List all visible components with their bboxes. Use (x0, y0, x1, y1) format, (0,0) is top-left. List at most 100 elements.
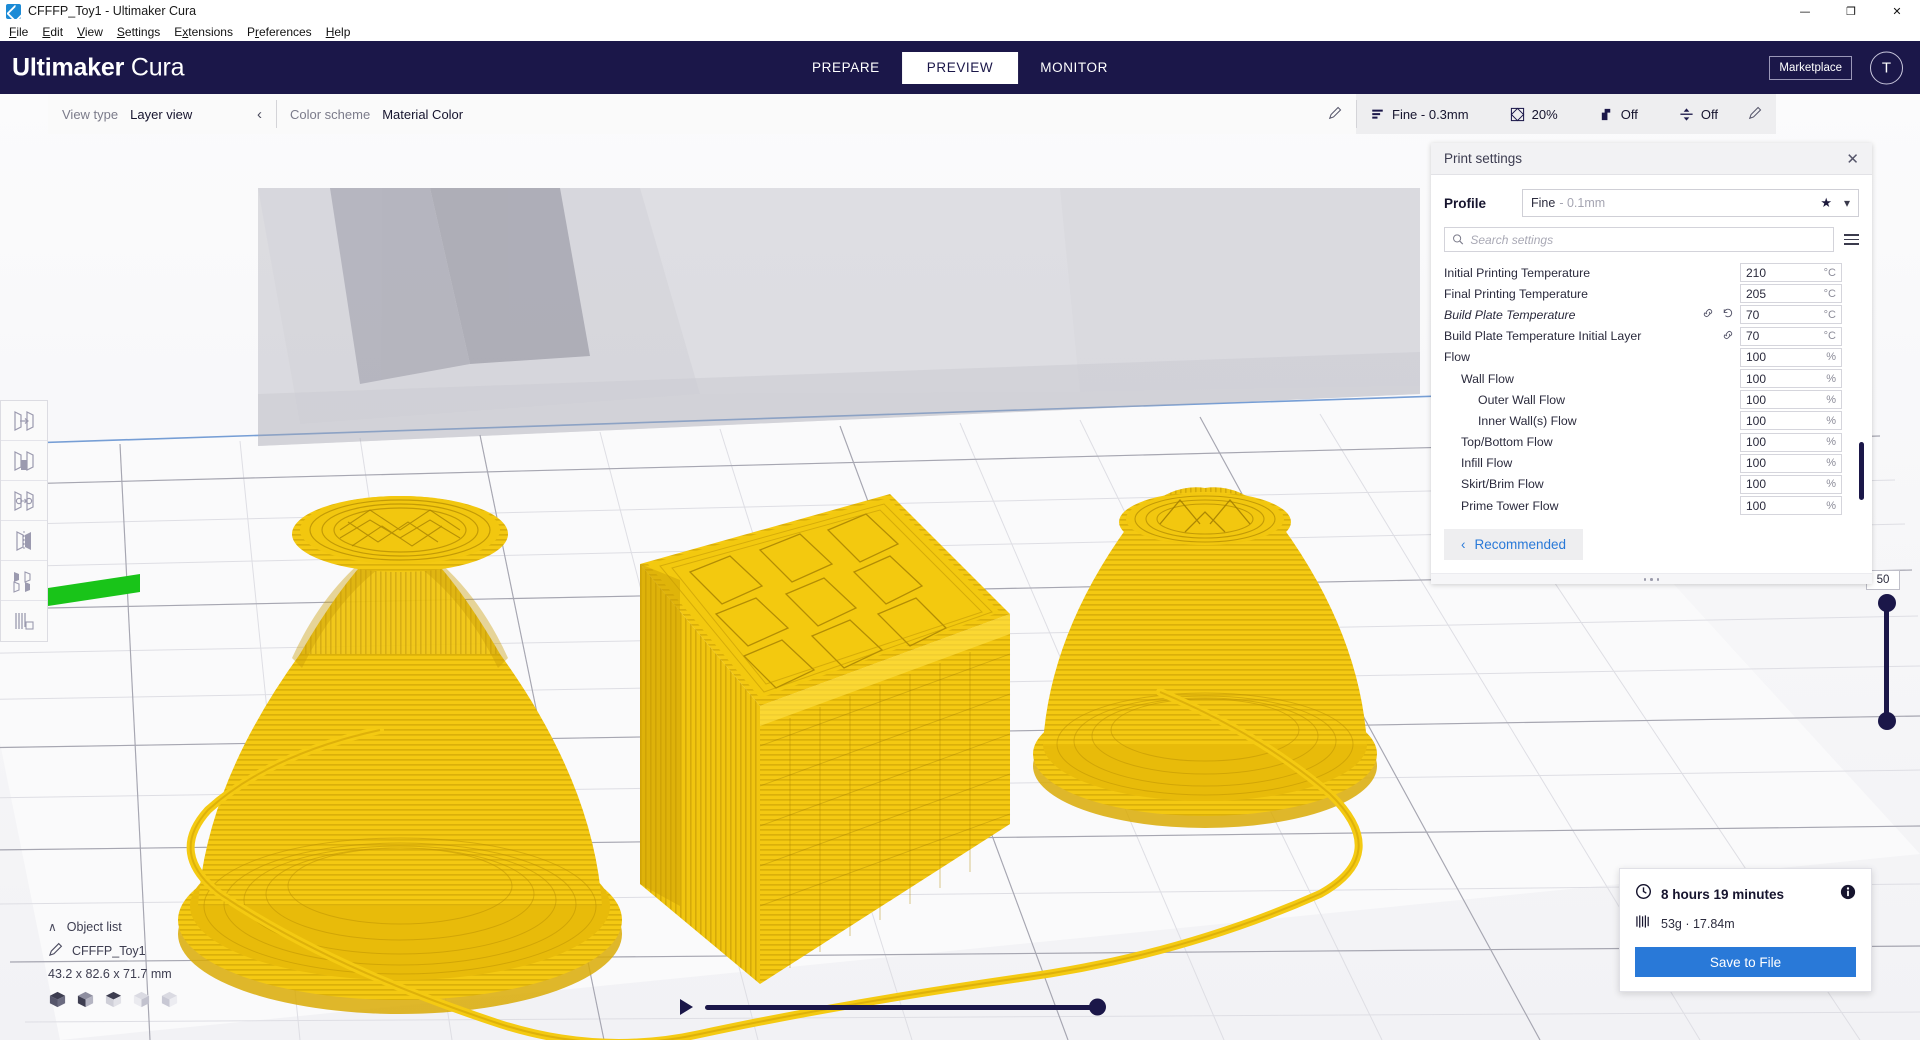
link-icon[interactable] (1722, 329, 1734, 344)
quality-summary[interactable]: Fine - 0.3mm (1370, 107, 1469, 122)
setting-row[interactable]: Prime Tower Flow 100 % (1431, 495, 1872, 516)
tool-support-blocker[interactable] (1, 601, 47, 641)
support-icon (1601, 108, 1610, 120)
setting-value-field[interactable]: 100 % (1740, 474, 1842, 494)
settings-menu-icon[interactable] (1844, 234, 1859, 245)
close-icon[interactable]: ✕ (1846, 150, 1859, 168)
infill-summary[interactable]: 20% (1510, 107, 1558, 122)
menu-help[interactable]: Help (319, 23, 358, 41)
view-left-icon[interactable] (132, 990, 151, 1012)
row-icons (1702, 307, 1740, 322)
info-icon[interactable] (1840, 884, 1856, 905)
setting-row[interactable]: Final Printing Temperature 205 °C (1431, 283, 1872, 304)
pencil-icon[interactable] (48, 942, 63, 960)
setting-value-field[interactable]: 100 % (1740, 432, 1842, 452)
view-orientation-icons (48, 990, 288, 1012)
menu-extensions[interactable]: Extensions (167, 23, 240, 41)
search-settings-box[interactable] (1444, 227, 1834, 252)
rotate-icon (14, 490, 34, 511)
object-list-header[interactable]: ∧ Object list (48, 916, 288, 938)
stage-prepare[interactable]: PREPARE (790, 53, 902, 83)
setting-row[interactable]: Top/Bottom Flow 100 % (1431, 432, 1872, 453)
tool-scale[interactable] (1, 441, 47, 481)
support-summary[interactable]: Off (1599, 107, 1638, 122)
chevron-up-icon[interactable]: ∧ (48, 920, 57, 934)
view-type-selector[interactable]: View type Layer view ‹ (48, 94, 276, 134)
star-icon[interactable]: ★ (1820, 195, 1832, 211)
setting-value-field[interactable]: 100 % (1740, 369, 1842, 389)
chevron-down-icon[interactable]: ▾ (1844, 196, 1850, 210)
tool-move[interactable] (1, 401, 47, 441)
save-to-file-button[interactable]: Save to File (1635, 947, 1856, 977)
close-button[interactable]: ✕ (1874, 0, 1920, 22)
menu-view[interactable]: View (70, 23, 110, 41)
view-right-icon[interactable] (160, 990, 179, 1012)
tool-per-model-settings[interactable] (1, 561, 47, 601)
marketplace-button[interactable]: Marketplace (1769, 55, 1852, 80)
color-scheme-selector[interactable]: Color scheme Material Color (276, 94, 1356, 134)
setting-value-field[interactable]: 100 % (1740, 390, 1842, 410)
object-item[interactable]: CFFFP_Toy1 (48, 938, 288, 964)
panel-drag-handle[interactable] (1431, 573, 1872, 585)
setting-value: 100 (1746, 477, 1767, 492)
setting-row[interactable]: Infill Flow 100 % (1431, 453, 1872, 474)
setting-value-field[interactable]: 70 °C (1740, 305, 1842, 325)
setting-unit: % (1826, 372, 1836, 385)
setting-value-field[interactable]: 100 % (1740, 496, 1842, 516)
setting-name: Final Printing Temperature (1444, 286, 1588, 301)
tool-rotate[interactable] (1, 481, 47, 521)
menu-preferences[interactable]: Preferences (240, 23, 319, 41)
setting-row[interactable]: Flow 100 % (1431, 347, 1872, 368)
profile-dropdown[interactable]: Fine - 0.1mm ★ ▾ (1522, 189, 1859, 217)
settings-scrollbar[interactable] (1859, 414, 1864, 704)
setting-value-field[interactable]: 100 % (1740, 453, 1842, 473)
link-icon[interactable] (1702, 307, 1714, 322)
setting-value-field[interactable]: 100 % (1740, 347, 1842, 367)
edit-pencil-icon[interactable] (1328, 106, 1342, 123)
print-setup-summary[interactable]: Fine - 0.3mm 20% Off Off (1356, 94, 1776, 134)
setting-row[interactable]: Outer Wall Flow 100 % (1431, 389, 1872, 410)
edit-setup-pencil-icon[interactable] (1748, 106, 1762, 123)
setting-row[interactable]: Inner Wall(s) Flow 100 % (1431, 410, 1872, 431)
playback-slider-track[interactable] (705, 998, 1106, 1016)
chevron-left-icon[interactable]: ‹ (217, 106, 262, 123)
setting-value-field[interactable]: 205 °C (1740, 284, 1842, 304)
setting-value-field[interactable]: 100 % (1740, 411, 1842, 431)
view-3d-icon[interactable] (48, 990, 67, 1012)
menu-edit[interactable]: Edit (35, 23, 70, 41)
setting-value-field[interactable]: 70 °C (1740, 326, 1842, 346)
setting-row[interactable]: Wall Flow 100 % (1431, 368, 1872, 389)
view-toolbar: View type Layer view ‹ Color scheme Mate… (48, 94, 1776, 134)
profile-sublabel: - 0.1mm (1559, 196, 1606, 210)
view-top-icon[interactable] (104, 990, 123, 1012)
playback-slider-handle[interactable] (1089, 998, 1106, 1016)
minimize-button[interactable]: — (1782, 0, 1828, 22)
play-icon[interactable] (680, 999, 693, 1015)
setting-row[interactable]: Skirt/Brim Flow 100 % (1431, 474, 1872, 495)
search-input[interactable] (1470, 232, 1826, 247)
tool-mirror[interactable] (1, 521, 47, 561)
print-info-card: 8 hours 19 minutes 53g · 17.84m Save to … (1619, 868, 1872, 992)
stage-preview[interactable]: PREVIEW (901, 51, 1019, 84)
layer-slider-upper-handle[interactable] (1878, 594, 1896, 612)
recommended-button[interactable]: ‹ Recommended (1444, 529, 1584, 561)
menu-settings[interactable]: Settings (110, 23, 167, 41)
maximize-button[interactable]: ❐ (1828, 0, 1874, 22)
material-usage: 53g · 17.84m (1661, 917, 1735, 931)
setting-value-field[interactable]: 210 °C (1740, 263, 1842, 283)
simulation-playback-bar (680, 996, 1106, 1018)
view-front-icon[interactable] (76, 990, 95, 1012)
avatar[interactable]: T (1870, 51, 1903, 84)
layer-slider-track[interactable] (1884, 598, 1889, 720)
menu-file[interactable]: File (2, 23, 35, 41)
adhesion-summary[interactable]: Off (1679, 107, 1718, 122)
spool-icon (1635, 914, 1652, 934)
setting-row[interactable]: Build Plate Temperature 70 °C (1431, 304, 1872, 325)
setting-unit: % (1826, 351, 1836, 364)
layer-slider-lower-handle[interactable] (1878, 712, 1896, 730)
setting-row[interactable]: Initial Printing Temperature 210 °C (1431, 262, 1872, 283)
color-scheme-value: Material Color (382, 106, 464, 122)
setting-row[interactable]: Build Plate Temperature Initial Layer 70… (1431, 326, 1872, 347)
stage-monitor[interactable]: MONITOR (1018, 53, 1130, 83)
revert-icon[interactable] (1722, 307, 1734, 322)
